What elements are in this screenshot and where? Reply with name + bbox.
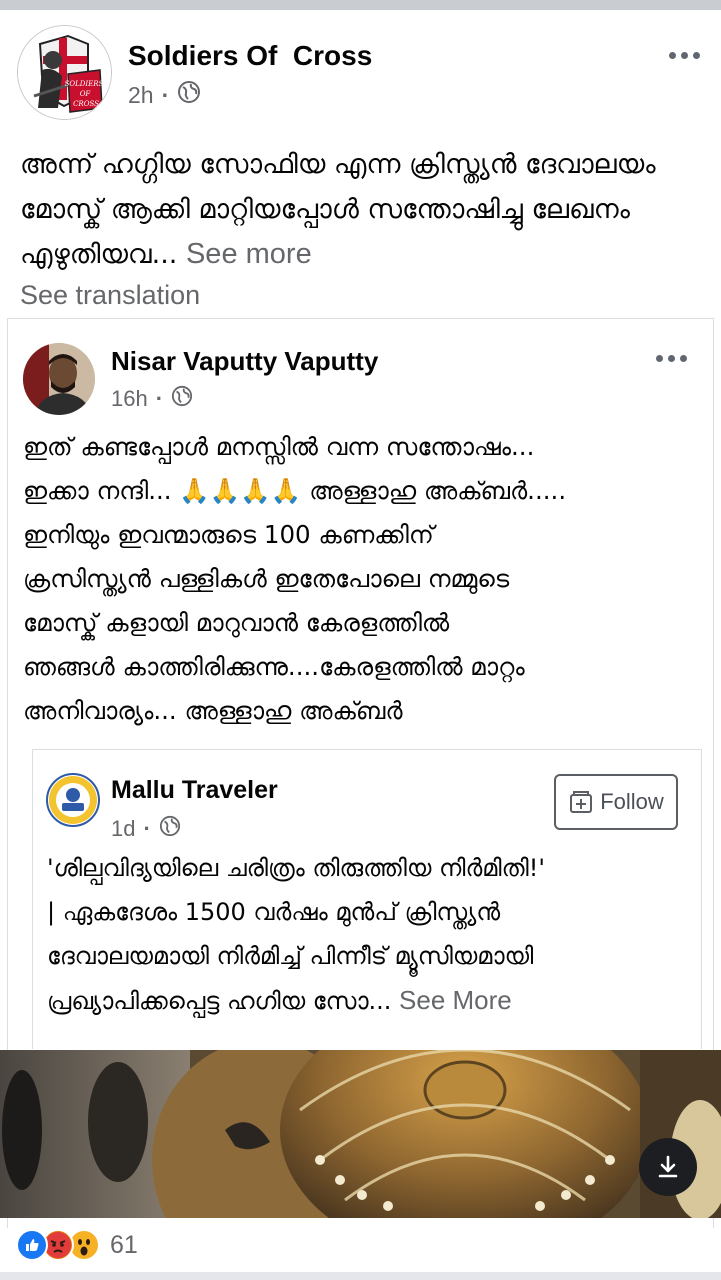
text-fragment: പ്രഖ്യാപിക്കപ്പെട്ട ഹഗിയ സോ bbox=[47, 987, 369, 1015]
post-meta: 2h · bbox=[128, 80, 201, 110]
post-ellipsis: ... bbox=[151, 239, 178, 270]
meta-separator: · bbox=[161, 81, 170, 108]
person-photo-icon bbox=[23, 343, 95, 415]
follow-page-icon bbox=[570, 791, 593, 813]
inner-post-time[interactable]: 1d bbox=[111, 816, 135, 842]
shared-text-line: ഞങ്ങൾ കാത്തിരിക്കുന്നു....കേരളത്തിൽ മാറ്… bbox=[23, 652, 525, 681]
crusader-logo-icon: SOLDIERS OF CROSS bbox=[18, 26, 111, 119]
shared-text-line: മോസ്ക് കളായി മാറുവാൻ കേരളത്തിൽ bbox=[23, 608, 450, 637]
post-time[interactable]: 2h bbox=[128, 82, 154, 109]
see-more-link[interactable]: See more bbox=[186, 238, 312, 270]
action-bar-edge bbox=[0, 1272, 721, 1280]
globe-icon bbox=[177, 80, 201, 110]
post-photo-dome[interactable] bbox=[0, 1050, 721, 1218]
see-translation-link[interactable]: See translation bbox=[20, 280, 200, 311]
logo-text-of: OF bbox=[80, 90, 92, 98]
logo-text-soldiers: SOLDIERS bbox=[65, 80, 104, 88]
shared-text-line: ഇനിയും ഇവന്മാരുടെ 100 കണക്കിന് bbox=[23, 520, 434, 549]
text-fragment: ഇക്കാ നന്ദി... bbox=[23, 476, 180, 505]
globe-icon bbox=[171, 385, 193, 413]
shared-author-name[interactable]: Nisar Vaputty Vaputty bbox=[111, 346, 378, 377]
meta-separator: · bbox=[155, 386, 164, 411]
like-reaction-icon bbox=[16, 1229, 48, 1261]
shared-text-line: ക്രസിസ്ത്യൻ പള്ളികൾ ഇതേപോലെ നമ്മുടെ bbox=[23, 564, 510, 593]
inner-shared-card[interactable]: Mallu Traveler 1d · Follow 'ശില്പവിദ്യയി… bbox=[32, 749, 702, 1049]
page-name[interactable]: Soldiers Of Cross bbox=[128, 40, 372, 72]
shared-post-text: ഇത് കണ്ടപ്പോൾ മനസ്സിൽ വന്ന സന്തോഷം... ഇക… bbox=[23, 425, 703, 733]
shared-post-meta: 16h · bbox=[111, 385, 193, 413]
logo-text-cross: CROSS bbox=[73, 100, 99, 108]
see-more-link[interactable]: See More bbox=[399, 985, 512, 1015]
follow-button[interactable]: Follow bbox=[554, 774, 678, 830]
follow-label: Follow bbox=[600, 789, 664, 814]
inner-text-line: | ഏകദേശം 1500 വർഷം മുൻപ് ക്രിസ്ത്യൻ bbox=[47, 898, 501, 926]
download-icon[interactable] bbox=[639, 1138, 697, 1196]
more-options-icon[interactable] bbox=[656, 355, 687, 362]
post-body: അന്ന് ഹഗ്ഗിയ സോഫിയ എന്ന ക്രിസ്ത്യൻ ദേവാല… bbox=[20, 149, 656, 270]
inner-text-line: പ്രഖ്യാപിക്കപ്പെട്ട ഹഗിയ സോ... See More bbox=[47, 978, 697, 1023]
inner-post-text: 'ശില്പവിദ്യയിലെ ചരിത്രം തിരുത്തിയ നിർമിത… bbox=[47, 846, 697, 1023]
shared-text-line: ഇത് കണ്ടപ്പോൾ മനസ്സിൽ വന്ന സന്തോഷം... bbox=[23, 432, 535, 461]
more-options-icon[interactable] bbox=[669, 52, 700, 59]
mallu-traveler-avatar[interactable] bbox=[46, 773, 100, 827]
shared-text-line: അനിവാര്യം... അള്ളാഹു അക്ബർ bbox=[23, 696, 403, 725]
meta-separator: · bbox=[143, 816, 151, 841]
inner-post-meta: 1d · bbox=[111, 815, 181, 843]
inner-text-line: ദേവാലയമായി നിർമിച്ച് പിന്നീട് മ്യൂസിയമായ… bbox=[47, 942, 534, 970]
globe-icon bbox=[159, 815, 181, 843]
post-text: അന്ന് ഹഗ്ഗിയ സോഫിയ എന്ന ക്രിസ്ത്യൻ ദേവാല… bbox=[20, 142, 710, 277]
text-fragment: അള്ളാഹു അക്ബർ..... bbox=[301, 476, 567, 505]
inner-text-line: 'ശില്പവിദ്യയിലെ ചരിത്രം തിരുത്തിയ നിർമിത… bbox=[47, 854, 545, 882]
inner-ellipsis: ... bbox=[368, 987, 400, 1015]
shared-post-time[interactable]: 16h bbox=[111, 386, 148, 412]
traveler-logo-icon bbox=[49, 776, 97, 824]
dome-image bbox=[0, 1050, 721, 1218]
top-divider bbox=[0, 0, 721, 10]
reaction-count: 61 bbox=[110, 1230, 138, 1259]
page-avatar-soldiers-of-cross[interactable]: SOLDIERS OF CROSS bbox=[17, 25, 112, 120]
shared-text-line: ഇക്കാ നന്ദി... 🙏🙏🙏🙏 അള്ളാഹു അക്ബർ..... bbox=[23, 469, 703, 513]
inner-author-name[interactable]: Mallu Traveler bbox=[111, 776, 278, 805]
folded-hands-emoji-icon: 🙏🙏🙏🙏 bbox=[179, 476, 302, 505]
reactions-summary[interactable]: 61 bbox=[16, 1228, 138, 1262]
author-avatar[interactable] bbox=[23, 343, 95, 415]
